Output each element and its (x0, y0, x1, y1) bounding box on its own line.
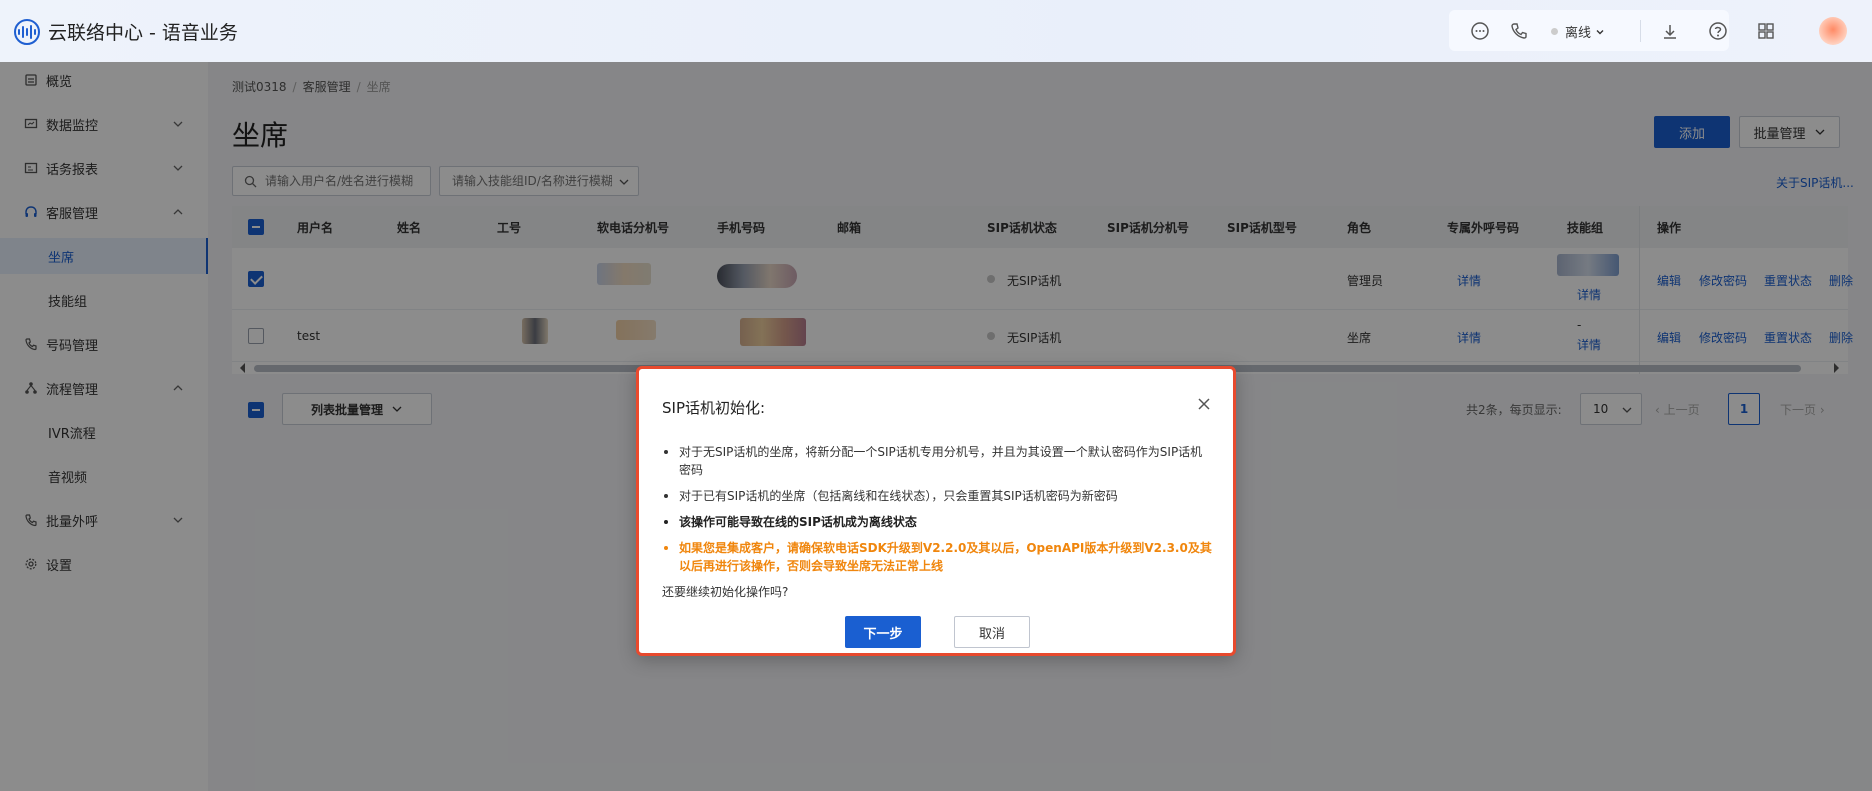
dialog-bullet: 对于已有SIP话机的坐席（包括离线和在线状态），只会重置其SIP话机密码为新密码 (662, 487, 1212, 505)
dialog-bullet: 对于无SIP话机的坐席，将新分配一个SIP话机专用分机号，并且为其设置一个默认密… (662, 443, 1212, 479)
user-avatar[interactable] (1819, 17, 1847, 45)
status-dot (1551, 28, 1558, 35)
dialog-body: 对于无SIP话机的坐席，将新分配一个SIP话机专用分机号，并且为其设置一个默认密… (662, 443, 1212, 600)
dialog-bullet-integration-notice: 如果您是集成客户，请确保软电话SDK升级到V2.2.0及其以后，OpenAPI版… (662, 539, 1212, 575)
top-header: 云联络中心 - 语音业务 离线 (0, 0, 1872, 62)
dialog-bullet-warning: 该操作可能导致在线的SIP话机成为离线状态 (662, 513, 1212, 531)
logo-icon (14, 19, 40, 45)
help-icon[interactable] (1708, 21, 1728, 41)
next-step-button[interactable]: 下一步 (845, 616, 921, 648)
sip-init-dialog: SIP话机初始化: 对于无SIP话机的坐席，将新分配一个SIP话机专用分机号，并… (636, 366, 1236, 656)
chat-icon[interactable] (1470, 21, 1490, 41)
chevron-down-icon (1596, 30, 1604, 35)
cancel-button[interactable]: 取消 (954, 616, 1030, 648)
apps-grid-icon[interactable] (1756, 21, 1776, 41)
status-dropdown[interactable]: 离线 (1565, 22, 1605, 41)
download-icon[interactable] (1660, 22, 1680, 42)
dialog-title: SIP话机初始化: (662, 399, 766, 417)
app-title: 云联络中心 - 语音业务 (48, 22, 238, 44)
dialog-question: 还要继续初始化操作吗? (662, 585, 789, 599)
phone-icon[interactable] (1509, 21, 1529, 41)
close-icon[interactable] (1196, 397, 1212, 413)
header-divider (1640, 20, 1641, 42)
